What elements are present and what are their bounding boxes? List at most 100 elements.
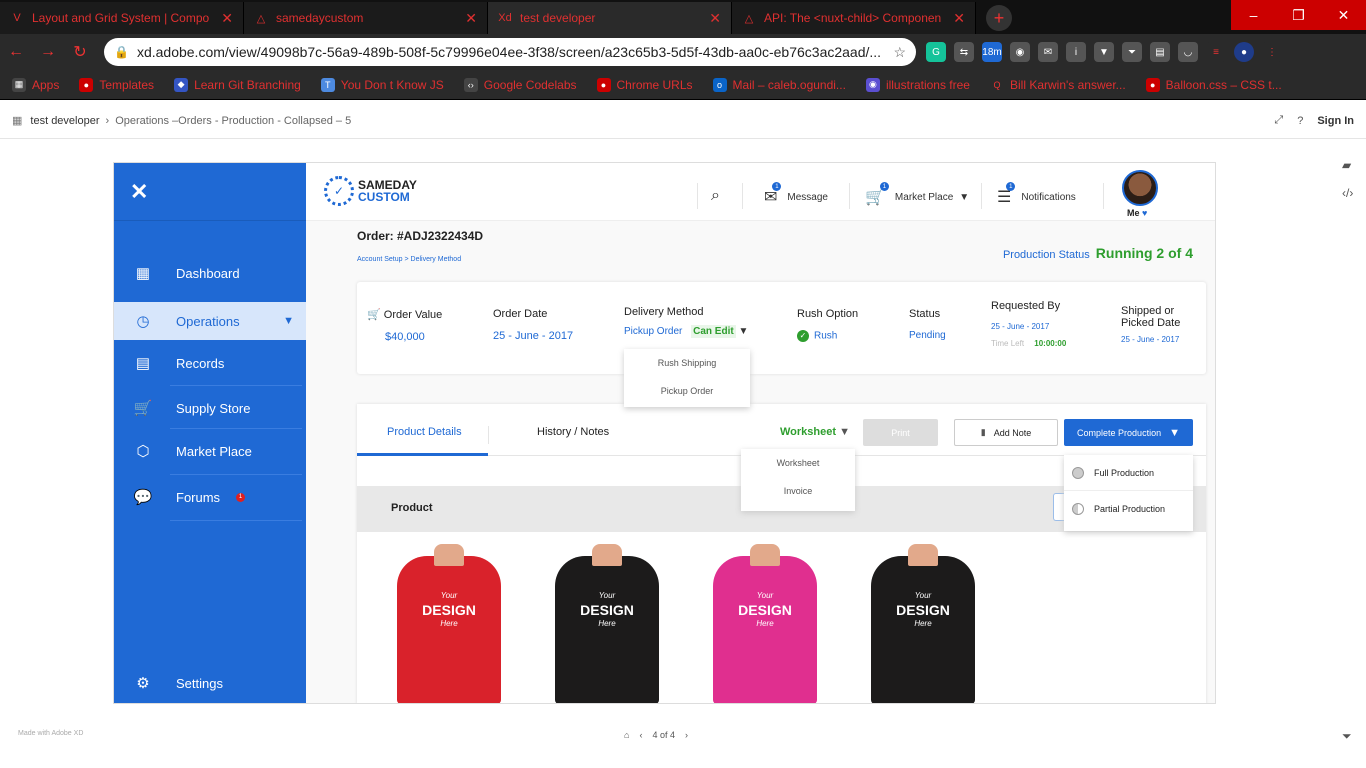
complete-production-button[interactable]: Complete Production ▼ xyxy=(1064,419,1193,446)
sidebar-item-supply-store[interactable]: 🛒 Supply Store xyxy=(114,389,306,427)
sidebar-item-market-place[interactable]: ⬡ Market Place xyxy=(114,432,306,470)
bookmark-label: Chrome URLs xyxy=(616,77,693,92)
menu-item-full-production[interactable]: Full Production xyxy=(1064,455,1193,491)
maximize-icon[interactable]: ❐ xyxy=(1276,0,1321,30)
sidebar-item-operations[interactable]: ◷ Operations ▼ xyxy=(114,302,306,340)
logo[interactable]: ✓ SAMEDAY CUSTOM xyxy=(324,176,417,206)
bookmark-illustrations[interactable]: ◉ illustrations free xyxy=(865,77,970,92)
chevron-right-icon[interactable]: › xyxy=(685,730,688,740)
product-image-red-sweatshirt[interactable]: Your DESIGN Here xyxy=(387,544,511,703)
minimize-icon[interactable]: – xyxy=(1231,0,1276,30)
menu-item-rush-shipping[interactable]: Rush Shipping xyxy=(624,349,750,377)
chat-icon: 💬 xyxy=(133,489,153,506)
close-window-icon[interactable]: ✕ xyxy=(1321,0,1366,30)
delivery-method-select[interactable]: Pickup Order Can Edit ▼ xyxy=(624,325,748,338)
order-value-label: Order Value xyxy=(383,309,443,321)
funnel-icon[interactable]: ⏷ xyxy=(1342,729,1352,744)
add-note-button[interactable]: ▮ Add Note xyxy=(954,419,1058,446)
search-button[interactable]: ⌕ xyxy=(711,187,730,205)
funnel-icon[interactable]: ⏷ xyxy=(1122,42,1142,62)
bookmark-chrome-urls[interactable]: ● Chrome URLs xyxy=(596,77,693,92)
bookmark-apps[interactable]: ▦ Apps xyxy=(12,77,59,92)
grid-icon[interactable]: ▦ xyxy=(12,114,22,127)
notifications-button[interactable]: ☰ 1 Notifications xyxy=(997,182,1076,207)
profile-icon[interactable]: ● xyxy=(1234,42,1254,62)
menu-item-invoice[interactable]: Invoice xyxy=(741,477,855,505)
print-button[interactable]: Print xyxy=(863,419,938,446)
pager: ⌂ ‹ 4 of 4 › xyxy=(624,730,688,740)
close-icon[interactable]: ✕ xyxy=(709,10,721,27)
bookmark-mail[interactable]: o Mail – caleb.ogundi... xyxy=(712,77,846,92)
extension-icon[interactable]: ⇆ xyxy=(954,42,974,62)
sidebar: ✕ ▦ Dashboard ◷ Operations ▼ ▤ Records 🛒 Supp… xyxy=(114,163,306,703)
menu-lines-icon[interactable]: ≡ xyxy=(1206,42,1226,62)
bookmark-balloon[interactable]: ● Balloon.css – CSS t... xyxy=(1145,77,1282,92)
timer-icon[interactable]: 18m xyxy=(982,42,1002,62)
sidebar-item-dashboard[interactable]: ▦ Dashboard xyxy=(114,254,306,292)
url-text: xd.adobe.com/view/49098b7c-56a9-489b-508… xyxy=(136,44,882,60)
new-tab-button[interactable]: + xyxy=(986,5,1012,31)
sign-in-link[interactable]: Sign In xyxy=(1317,115,1354,127)
list-icon: ☰ 1 xyxy=(997,182,1016,207)
home-icon[interactable]: ⌂ xyxy=(624,730,629,740)
menu-item-partial-production[interactable]: Partial Production xyxy=(1064,491,1193,527)
market-place-label: Market Place xyxy=(894,191,954,203)
avatar[interactable] xyxy=(1122,170,1158,206)
tab-product-details[interactable]: Product Details xyxy=(387,426,462,438)
help-icon[interactable]: ? xyxy=(1297,115,1303,127)
tab-history-notes[interactable]: History / Notes xyxy=(537,426,609,438)
menu-item-worksheet[interactable]: Worksheet xyxy=(741,449,855,477)
grammarly-icon[interactable]: G xyxy=(926,42,946,62)
message-button[interactable]: ✉ 1 Message xyxy=(764,182,828,207)
address-bar[interactable]: 🔒 xd.adobe.com/view/49098b7c-56a9-489b-5… xyxy=(104,38,916,66)
market-place-button[interactable]: 🛒 1 Market Place ▼ xyxy=(865,182,969,207)
vue-devtools-icon[interactable]: ▼ xyxy=(1094,42,1114,62)
me-menu[interactable]: Me ♥ xyxy=(1127,208,1147,218)
caret-down-icon: ▼ xyxy=(839,426,850,438)
star-icon[interactable]: ☆ xyxy=(893,44,906,61)
sidebar-item-forums[interactable]: 💬 Forums 1 xyxy=(114,478,306,516)
project-name[interactable]: test developer xyxy=(30,115,99,127)
close-icon[interactable]: ✕ xyxy=(130,179,148,205)
mail-icon[interactable]: ✉ xyxy=(1038,42,1058,62)
cubes-icon: ⬡ xyxy=(136,443,150,460)
info-icon[interactable]: i xyxy=(1066,42,1086,62)
browser-tab-1[interactable]: V Layout and Grid System | Compo ✕ xyxy=(0,2,244,34)
sheet-icon[interactable]: ▤ xyxy=(1150,42,1170,62)
pocket-icon[interactable]: ◡ xyxy=(1178,42,1198,62)
product-image-pink-sweatshirt[interactable]: Your DESIGN Here xyxy=(703,544,827,703)
chevron-left-icon[interactable]: ‹ xyxy=(639,730,642,740)
divider xyxy=(1103,183,1104,209)
close-icon[interactable]: ✕ xyxy=(953,10,965,27)
bookmark-codelabs[interactable]: ‹› Google Codelabs xyxy=(463,77,577,92)
browser-tab-2[interactable]: △ samedaycustom ✕ xyxy=(244,2,488,34)
expand-icon[interactable]: ⤢ xyxy=(1274,114,1283,127)
browser-tab-4[interactable]: △ API: The <nuxt-child> Componen ✕ xyxy=(732,2,976,34)
bookmark-git[interactable]: ◆ Learn Git Branching xyxy=(174,77,301,92)
clock-icon: ◷ xyxy=(136,313,150,330)
product-image-black-hoodie[interactable]: Your DESIGN Here xyxy=(861,544,985,703)
kebab-menu-icon[interactable]: ⋮ xyxy=(1262,42,1282,62)
bookmark-templates[interactable]: ● Templates xyxy=(79,77,154,92)
breadcrumb[interactable]: Account Setup > Delivery Method xyxy=(357,256,461,263)
back-icon[interactable]: ← xyxy=(0,43,32,61)
bookmark-ydkjs[interactable]: T You Don t Know JS xyxy=(320,77,444,92)
sidebar-item-settings[interactable]: ⚙ Settings xyxy=(114,664,306,702)
bookmark-quora[interactable]: Q Bill Karwin's answer... xyxy=(989,77,1126,92)
camera-icon[interactable]: ◉ xyxy=(1010,42,1030,62)
reload-icon[interactable]: ↻ xyxy=(64,42,96,62)
search-icon: ⌕ xyxy=(711,187,720,204)
browser-tab-3[interactable]: Xd test developer ✕ xyxy=(488,2,732,34)
sidebar-item-records[interactable]: ▤ Records xyxy=(114,344,306,382)
worksheet-dropdown[interactable]: Worksheet ▼ xyxy=(780,426,850,438)
close-icon[interactable]: ✕ xyxy=(221,10,233,27)
menu-item-pickup-order[interactable]: Pickup Order xyxy=(624,377,750,405)
comment-icon[interactable]: ▰ xyxy=(1342,158,1351,172)
forward-icon[interactable]: → xyxy=(32,43,64,61)
close-icon[interactable]: ✕ xyxy=(465,10,477,27)
code-icon[interactable]: ‹/› xyxy=(1342,186,1353,200)
product-image-black-hoodie[interactable]: Your DESIGN Here xyxy=(545,544,669,703)
bookmark-label: Mail – caleb.ogundi... xyxy=(732,77,846,92)
shirt-print: Your DESIGN Here xyxy=(737,589,793,631)
message-label: Message xyxy=(787,191,828,203)
